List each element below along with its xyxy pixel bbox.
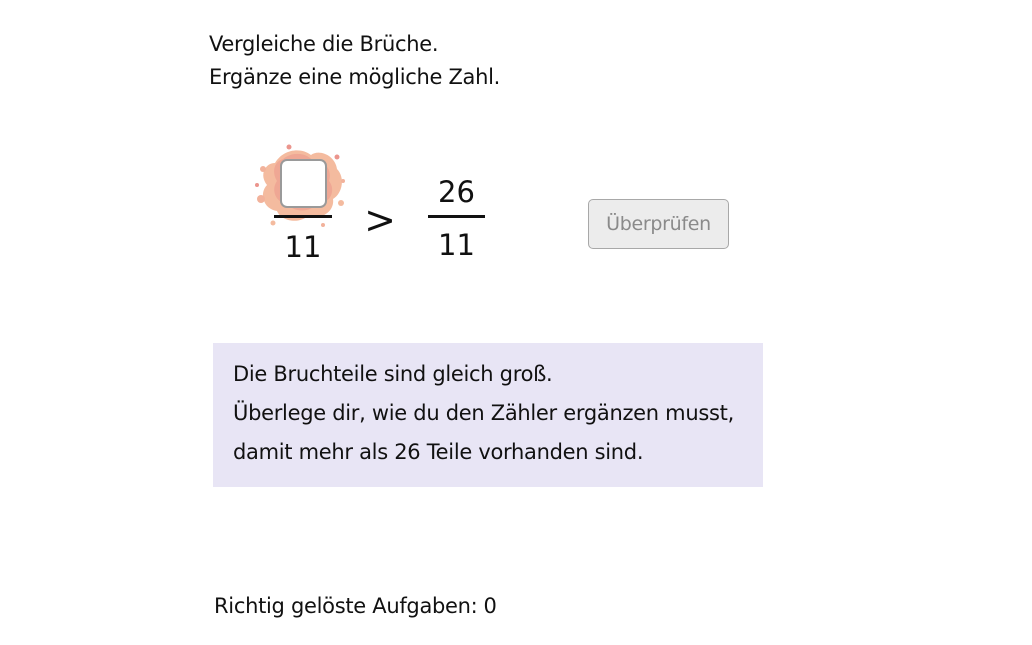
right-numerator: 26: [438, 175, 475, 209]
score-label: Richtig gelöste Aufgaben:: [214, 594, 478, 618]
hint-line-equal-parts: Die Bruchteile sind gleich groß.: [233, 362, 553, 386]
right-fraction-bar: [428, 215, 485, 218]
hint-line-numerator: Überlege dir, wie du den Zähler ergänzen…: [233, 401, 734, 425]
task-instructions: Vergleiche die Brüche. Ergänze eine mögl…: [209, 28, 500, 94]
greater-than-sign: >: [364, 198, 396, 242]
left-fraction-bar: [274, 215, 332, 218]
score-display: Richtig gelöste Aufgaben: 0: [214, 591, 497, 621]
right-denominator: 11: [438, 228, 475, 262]
left-denominator: 11: [284, 230, 322, 264]
instruction-line-complete: Ergänze eine mögliche Zahl.: [209, 65, 501, 89]
check-button[interactable]: Überprüfen: [588, 199, 729, 249]
instruction-line-compare: Vergleiche die Brüche.: [209, 32, 439, 56]
hint-line-more-parts: damit mehr als 26 Teile vorhanden sind.: [233, 440, 644, 464]
numerator-input[interactable]: [280, 159, 327, 208]
hint-box: Die Bruchteile sind gleich groß. Überleg…: [213, 343, 763, 487]
score-count: 0: [483, 594, 497, 618]
